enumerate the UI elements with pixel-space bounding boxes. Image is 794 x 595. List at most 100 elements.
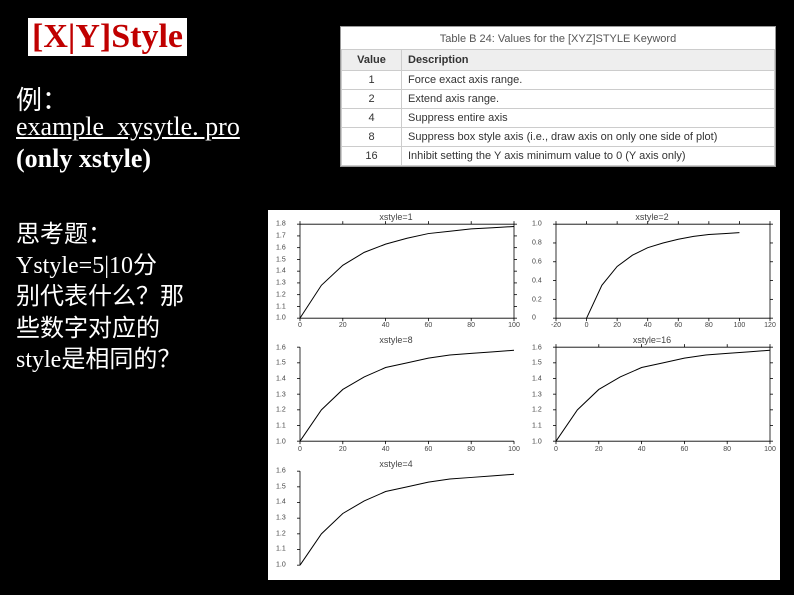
x-tick-label: 0 <box>554 446 558 453</box>
y-tick-label: 0.6 <box>532 258 542 265</box>
x-tick-label: 100 <box>508 446 520 453</box>
question-line: Ystyle=5|10分 <box>16 251 246 282</box>
x-tick-label: 60 <box>680 446 688 453</box>
y-tick-label: 1.6 <box>276 244 286 251</box>
x-tick-label: 80 <box>705 322 713 329</box>
example-note: (only xstyle) <box>16 144 151 174</box>
x-tick-label: 100 <box>734 322 746 329</box>
x-tick-label: -20 <box>551 322 561 329</box>
cell-value: 2 <box>342 90 402 109</box>
y-tick-label: 1.6 <box>276 468 286 475</box>
x-tick-label: 40 <box>382 322 390 329</box>
y-tick-label: 1.1 <box>276 546 286 553</box>
curve <box>300 351 514 442</box>
table-row: 2Extend axis range. <box>342 90 775 109</box>
chart-cell: xstyle=200.20.40.60.81.0-200204060801001… <box>524 210 780 333</box>
y-tick-label: 1.1 <box>532 423 542 430</box>
x-tick-label: 40 <box>382 446 390 453</box>
y-tick-label: 1.2 <box>276 291 286 298</box>
curve <box>300 227 514 319</box>
y-tick-label: 1.0 <box>276 438 286 445</box>
cell-value: 4 <box>342 109 402 128</box>
chart-cell: xstyle=161.01.11.21.31.41.51.60204060801… <box>524 333 780 456</box>
chart-cell <box>524 457 780 580</box>
question-line: style是相同的？ <box>16 345 246 376</box>
x-tick-label: 60 <box>424 446 432 453</box>
cell-desc: Force exact axis range. <box>402 71 775 90</box>
x-tick-label: 80 <box>723 446 731 453</box>
question-line: 些数字对应的 <box>16 314 246 345</box>
x-tick-label: 60 <box>674 322 682 329</box>
y-tick-label: 1.0 <box>276 562 286 569</box>
chart-cell: xstyle=11.01.11.21.31.41.51.61.71.802040… <box>268 210 524 333</box>
x-tick-label: 0 <box>298 446 302 453</box>
cell-value: 8 <box>342 128 402 147</box>
chart-cell: xstyle=81.01.11.21.31.41.51.602040608010… <box>268 333 524 456</box>
cell-value: 1 <box>342 71 402 90</box>
y-tick-label: 1.4 <box>276 499 286 506</box>
x-tick-label: 40 <box>644 322 652 329</box>
y-tick-label: 0 <box>532 315 536 322</box>
y-tick-label: 1.4 <box>276 376 286 383</box>
y-tick-label: 1.4 <box>276 268 286 275</box>
y-tick-label: 0.2 <box>532 296 542 303</box>
y-tick-label: 1.4 <box>532 376 542 383</box>
x-tick-label: 20 <box>339 322 347 329</box>
y-tick-label: 1.3 <box>532 391 542 398</box>
table-caption: Table B 24: Values for the [XYZ]STYLE Ke… <box>341 27 775 49</box>
y-tick-label: 1.3 <box>276 515 286 522</box>
y-tick-label: 1.1 <box>276 303 286 310</box>
y-tick-label: 1.7 <box>276 233 286 240</box>
x-tick-label: 60 <box>424 322 432 329</box>
y-tick-label: 1.0 <box>532 438 542 445</box>
x-tick-label: 100 <box>764 446 776 453</box>
x-tick-label: 80 <box>467 322 475 329</box>
x-tick-label: 20 <box>339 446 347 453</box>
y-tick-label: 0.4 <box>532 277 542 284</box>
cell-desc: Suppress entire axis <box>402 109 775 128</box>
x-tick-label: 80 <box>467 446 475 453</box>
y-tick-label: 1.3 <box>276 391 286 398</box>
x-tick-label: 20 <box>613 322 621 329</box>
y-tick-label: 1.5 <box>276 360 286 367</box>
cell-desc: Extend axis range. <box>402 90 775 109</box>
question-line: 别代表什么？那 <box>16 282 246 313</box>
curve <box>556 351 770 442</box>
curve <box>300 474 514 565</box>
cell-value: 16 <box>342 147 402 166</box>
question-line: 思考题： <box>16 220 246 251</box>
col-header-value: Value <box>342 50 402 71</box>
y-tick-label: 1.6 <box>532 344 542 351</box>
charts-panel: xstyle=11.01.11.21.31.41.51.61.71.802040… <box>268 210 780 580</box>
y-tick-label: 1.2 <box>276 530 286 537</box>
chart-cell: xstyle=41.01.11.21.31.41.51.6 <box>268 457 524 580</box>
x-tick-label: 20 <box>595 446 603 453</box>
y-tick-label: 1.8 <box>276 221 286 228</box>
cell-desc: Suppress box style axis (i.e., draw axis… <box>402 128 775 147</box>
slide-title: [X|Y]Style <box>28 18 187 56</box>
table-row: 16Inhibit setting the Y axis minimum val… <box>342 147 775 166</box>
col-header-desc: Description <box>402 50 775 71</box>
x-tick-label: 40 <box>638 446 646 453</box>
table-row: 8Suppress box style axis (i.e., draw axi… <box>342 128 775 147</box>
style-values-table: Table B 24: Values for the [XYZ]STYLE Ke… <box>340 26 776 167</box>
cell-desc: Inhibit setting the Y axis minimum value… <box>402 147 775 166</box>
y-tick-label: 1.5 <box>276 256 286 263</box>
question-block: 思考题： Ystyle=5|10分 别代表什么？那 些数字对应的 style是相… <box>16 220 246 376</box>
y-tick-label: 0.8 <box>532 240 542 247</box>
y-tick-label: 1.6 <box>276 344 286 351</box>
y-tick-label: 1.5 <box>532 360 542 367</box>
y-tick-label: 1.2 <box>276 407 286 414</box>
y-tick-label: 1.3 <box>276 280 286 287</box>
table-row: 4Suppress entire axis <box>342 109 775 128</box>
y-tick-label: 1.1 <box>276 423 286 430</box>
y-tick-label: 1.0 <box>276 315 286 322</box>
x-tick-label: 0 <box>585 322 589 329</box>
y-tick-label: 1.2 <box>532 407 542 414</box>
x-tick-label: 120 <box>764 322 776 329</box>
y-tick-label: 1.0 <box>532 221 542 228</box>
x-tick-label: 0 <box>298 322 302 329</box>
curve <box>587 233 740 319</box>
example-link[interactable]: example_xysytle. pro <box>16 112 240 142</box>
table-row: 1Force exact axis range. <box>342 71 775 90</box>
